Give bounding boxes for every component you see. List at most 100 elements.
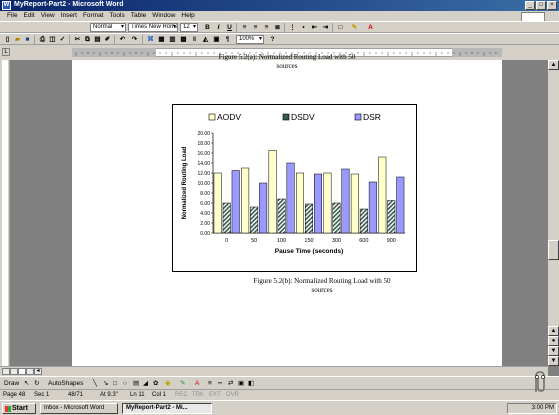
embedded-chart[interactable]: AODV DSDV DSR 0.00 2.00 4.00 6.00 8.00 10.00 12.… xyxy=(172,104,417,272)
vertical-scrollbar[interactable]: ▲ ▲ ● ▼ ▼ xyxy=(548,60,559,366)
print-icon[interactable]: ⎙ xyxy=(38,35,47,44)
word-app-icon[interactable]: W xyxy=(2,1,11,10)
menu-insert[interactable]: Insert xyxy=(58,11,80,21)
help-icon[interactable]: ? xyxy=(268,35,277,44)
3d-icon[interactable]: ◧ xyxy=(248,379,254,388)
show-hide-icon[interactable]: ¶ xyxy=(223,35,232,44)
scroll-left-icon[interactable]: ◂ xyxy=(34,368,42,375)
scroll-up-page-icon[interactable]: ▲ xyxy=(548,326,559,336)
outline-view-icon[interactable] xyxy=(26,368,34,375)
document-map-icon[interactable]: ▣ xyxy=(212,35,221,44)
status-ext[interactable]: EXT xyxy=(209,391,221,399)
menu-table[interactable]: Table xyxy=(128,11,150,21)
select-objects-icon[interactable]: ↖ xyxy=(24,379,29,388)
font-combo[interactable]: Times New Roman xyxy=(128,23,178,32)
status-ovr[interactable]: OVR xyxy=(226,391,239,399)
insert-excel-icon[interactable]: ▩ xyxy=(179,35,188,44)
menu-file[interactable]: File xyxy=(4,11,20,21)
web-view-icon[interactable] xyxy=(10,368,18,375)
menu-help[interactable]: Help xyxy=(178,11,197,21)
redo-icon[interactable]: ↷ xyxy=(130,35,139,44)
scroll-down-page-icon[interactable]: ▼ xyxy=(548,346,559,356)
menu-format[interactable]: Format xyxy=(80,11,107,21)
menu-tools[interactable]: Tools xyxy=(107,11,128,21)
scroll-down-icon[interactable]: ▼ xyxy=(548,356,559,366)
autoshapes-menu-button[interactable]: AutoShapes xyxy=(48,379,83,388)
tables-borders-icon[interactable]: ▦ xyxy=(157,35,166,44)
standard-toolbar: ▯ ▰ ■ ⎙ ◫ ✓ ✂ ⧉ ▤ ✐ ↶ ↷ ⌘ ▦ ▥ ▩ ‖ ◭ ▣ ¶ … xyxy=(0,33,559,45)
close-button[interactable]: × xyxy=(547,1,557,10)
hyperlink-icon[interactable]: ⌘ xyxy=(146,35,155,44)
tab-selector[interactable]: L xyxy=(2,48,10,56)
new-document-icon[interactable]: ▯ xyxy=(3,35,12,44)
zoom-combo[interactable]: 100% xyxy=(236,35,264,44)
line-tool-icon[interactable]: ╲ xyxy=(93,379,97,388)
bullets-icon[interactable]: • xyxy=(299,23,308,32)
textbox-tool-icon[interactable]: ▤ xyxy=(133,379,139,388)
shadow-icon[interactable]: ▣ xyxy=(238,379,244,388)
vertical-ruler[interactable] xyxy=(0,60,10,366)
normal-view-icon[interactable] xyxy=(2,368,10,375)
line-style-icon[interactable]: ≡ xyxy=(208,379,212,388)
scroll-up-icon[interactable]: ▲ xyxy=(548,60,559,70)
save-icon[interactable]: ■ xyxy=(23,35,32,44)
format-painter-icon[interactable]: ✐ xyxy=(103,35,112,44)
minimize-button[interactable]: _ xyxy=(525,1,535,10)
align-center-icon[interactable]: ≡ xyxy=(251,23,260,32)
taskbar-item-active[interactable]: MyReport-Part2 - Mi... xyxy=(122,403,212,414)
arrow-style-icon[interactable]: ⇄ xyxy=(228,379,233,388)
wordart-icon[interactable]: ◢ xyxy=(143,379,148,388)
undo-icon[interactable]: ↶ xyxy=(118,35,127,44)
justify-icon[interactable]: ≣ xyxy=(273,23,282,32)
copy-icon[interactable]: ⧉ xyxy=(83,35,92,44)
draw-menu-button[interactable]: Draw xyxy=(4,379,19,388)
start-button[interactable]: Start xyxy=(2,403,36,414)
underline-button[interactable]: U xyxy=(225,23,234,32)
paste-icon[interactable]: ▤ xyxy=(93,35,102,44)
open-folder-icon[interactable]: ▰ xyxy=(13,35,22,44)
style-combo[interactable]: Normal xyxy=(90,23,126,32)
maximize-button[interactable]: □ xyxy=(536,1,546,10)
italic-button[interactable]: I xyxy=(214,23,223,32)
horizontal-scrollbar[interactable]: ◂ xyxy=(0,366,548,376)
border-icon[interactable]: □ xyxy=(336,23,345,32)
dash-style-icon[interactable]: ┅ xyxy=(218,379,222,388)
highlight-icon[interactable]: ✎ xyxy=(350,23,359,32)
arrow-tool-icon[interactable]: ↘ xyxy=(103,379,108,388)
cut-icon[interactable]: ✂ xyxy=(73,35,82,44)
insert-table-icon[interactable]: ▥ xyxy=(168,35,177,44)
font-color-icon[interactable]: A xyxy=(366,23,375,32)
oval-tool-icon[interactable]: ○ xyxy=(123,379,127,388)
taskbar-item[interactable]: Inbox - Microsoft Word xyxy=(40,403,118,414)
decrease-indent-icon[interactable]: ⇤ xyxy=(310,23,319,32)
status-rec[interactable]: REC xyxy=(175,391,188,399)
numbering-icon[interactable]: ⋮ xyxy=(288,23,297,32)
fill-color-icon[interactable]: ◉ xyxy=(165,379,171,388)
spelling-icon[interactable]: ✓ xyxy=(58,35,67,44)
columns-icon[interactable]: ‖ xyxy=(190,35,199,44)
print-view-icon[interactable] xyxy=(18,368,26,375)
bold-button[interactable]: B xyxy=(203,23,212,32)
scroll-thumb[interactable] xyxy=(548,240,559,260)
rectangle-tool-icon[interactable]: □ xyxy=(113,379,117,388)
legend-label-dsr: DSR xyxy=(363,112,381,122)
line-color-icon[interactable]: ✎ xyxy=(180,379,185,388)
free-rotate-icon[interactable]: ↻ xyxy=(34,379,39,388)
draw-font-color-icon[interactable]: A xyxy=(195,379,199,388)
align-right-icon[interactable]: ≡ xyxy=(262,23,271,32)
increase-indent-icon[interactable]: ⇥ xyxy=(321,23,330,32)
bar-dsr-600 xyxy=(368,181,377,234)
office-assistant-clippy-icon[interactable] xyxy=(528,370,550,394)
print-preview-icon[interactable]: ◫ xyxy=(48,35,57,44)
drawing-icon[interactable]: ◭ xyxy=(201,35,210,44)
status-section: Sec 1 xyxy=(34,392,50,398)
clipart-icon[interactable]: ✿ xyxy=(153,379,158,388)
document-page[interactable]: Figure 5.2(a): Normalized Routing Load w… xyxy=(72,53,502,366)
status-trk[interactable]: TRK xyxy=(192,391,204,399)
align-left-icon[interactable]: ≡ xyxy=(240,23,249,32)
font-size-combo[interactable]: 12 xyxy=(180,23,198,32)
menu-view[interactable]: View xyxy=(38,11,58,21)
menu-window[interactable]: Window xyxy=(149,11,178,21)
menu-edit[interactable]: Edit xyxy=(20,11,37,21)
select-browse-icon[interactable]: ● xyxy=(548,336,559,346)
